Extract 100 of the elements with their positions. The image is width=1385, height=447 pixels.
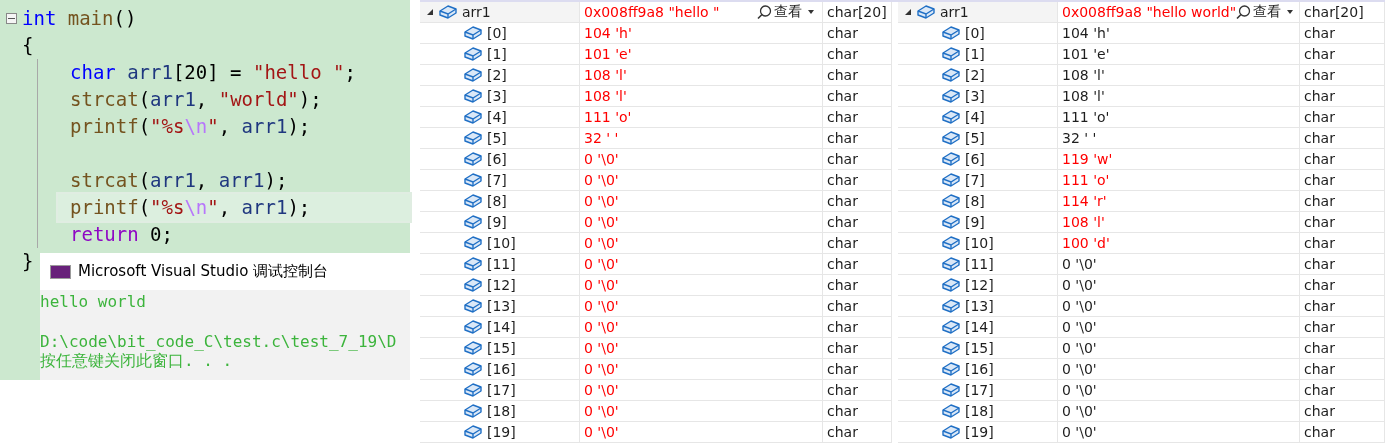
variable-name: [5] (965, 130, 985, 146)
variable-value: 0 '\0' (584, 424, 619, 440)
punctuation: () (113, 6, 137, 31)
punctuation: ( (138, 114, 151, 139)
variable-value: 108 'l' (584, 67, 627, 83)
string-literal: " (207, 195, 219, 220)
variable-cube-icon (464, 193, 482, 209)
variable-name: [14] (487, 319, 516, 335)
variable-cube-icon (464, 277, 482, 293)
variable-name: [6] (487, 151, 507, 167)
variable-value: 0 '\0' (1062, 424, 1097, 440)
string-literal: " (207, 114, 219, 139)
variable-value: 0 '\0' (584, 214, 619, 230)
variable-cube-icon (464, 214, 482, 230)
expand-arrow-icon[interactable] (904, 8, 912, 16)
punctuation: , (195, 168, 208, 193)
variable-type: char (827, 25, 858, 41)
variable-type: char (1304, 277, 1335, 293)
variable-cube-icon (942, 340, 960, 356)
variable-name: [12] (487, 277, 516, 293)
variable-name: [13] (965, 298, 994, 314)
variable-type: char (1304, 214, 1335, 230)
variable-name: [19] (487, 424, 516, 440)
view-button[interactable]: 查看 (1236, 3, 1302, 21)
variable-type: char (827, 361, 858, 377)
variable-name: [10] (965, 235, 994, 251)
punctuation: ( (138, 195, 151, 220)
variable-name: arr1 (218, 168, 265, 193)
variable-name: [17] (487, 382, 516, 398)
variable-value: 0 '\0' (584, 193, 619, 209)
punctuation: } (22, 249, 34, 274)
variable-cube-icon (942, 109, 960, 125)
variable-name: [9] (487, 214, 507, 230)
variable-cube-icon (942, 46, 960, 62)
punctuation: ); (264, 168, 288, 193)
collapse-toggle-icon[interactable] (5, 13, 17, 24)
variable-cube-icon (464, 109, 482, 125)
variable-name: arr1 (127, 60, 173, 85)
string-literal: "world" (218, 87, 299, 112)
number-literal: 0; (150, 222, 173, 247)
variable-name: [6] (965, 151, 985, 167)
variable-type: char (1304, 256, 1335, 272)
variable-cube-icon (942, 403, 960, 419)
variable-value: 0 '\0' (584, 277, 619, 293)
escape-sequence: \n (184, 195, 208, 220)
punctuation: ( (138, 87, 151, 112)
variable-cube-icon (942, 319, 960, 335)
variable-value: 108 'l' (1062, 214, 1105, 230)
view-button[interactable]: 查看 (757, 3, 822, 21)
variable-type: char (827, 109, 858, 125)
punctuation: ); (298, 87, 322, 112)
variable-value: 108 'l' (584, 88, 627, 104)
variable-value: 0 '\0' (584, 403, 619, 419)
console-output-line: D:\code\bit_code_C\test.c\test_7_19\D (40, 332, 398, 351)
variable-type: char (827, 403, 858, 419)
variable-name: [8] (965, 193, 985, 209)
variable-name: arr1 (241, 195, 288, 220)
variable-name: [10] (487, 235, 516, 251)
variable-value: 0 '\0' (1062, 361, 1097, 377)
variable-name: [13] (487, 298, 516, 314)
variable-type: char (827, 424, 858, 440)
variable-value: 0 '\0' (1062, 319, 1097, 335)
function-name: strcat (70, 168, 139, 193)
expand-arrow-icon[interactable] (426, 8, 434, 16)
variable-name: arr1 (150, 87, 196, 112)
variable-cube-icon (464, 235, 482, 251)
variable-value: 0 '\0' (584, 256, 619, 272)
variable-type: char (827, 340, 858, 356)
variable-type: char (1304, 46, 1335, 62)
punctuation: { (22, 33, 34, 58)
variable-name: [11] (965, 256, 994, 272)
variable-name: arr1 (940, 4, 969, 20)
variable-cube-icon (942, 424, 960, 440)
variable-name: [8] (487, 193, 507, 209)
variable-value: 101 'e' (1062, 46, 1110, 62)
variable-cube-icon (464, 88, 482, 104)
variable-cube-icon (942, 67, 960, 83)
console-app-icon (50, 264, 71, 279)
variable-name: [2] (487, 67, 507, 83)
punctuation: , (218, 195, 231, 220)
punctuation: [20] = (172, 60, 242, 85)
variable-type: char (1304, 109, 1335, 125)
string-literal: "%s (150, 114, 185, 139)
window-title: Microsoft Visual Studio 调试控制台 (78, 262, 329, 281)
variable-type: char (1304, 340, 1335, 356)
variable-cube-icon (464, 382, 482, 398)
variable-cube-icon (464, 361, 482, 377)
variable-name: [3] (487, 88, 507, 104)
variable-type: char (1304, 151, 1335, 167)
console-output-line: 按任意键关闭此窗口. . . (40, 351, 234, 370)
keyword-token: char (70, 60, 116, 85)
variable-value: 114 'r' (1062, 193, 1107, 209)
escape-sequence: \n (184, 114, 208, 139)
variable-value: 0x008ff9a8 "hello world" (1062, 4, 1237, 20)
variable-type: char (1304, 424, 1335, 440)
variable-type: char (1304, 130, 1335, 146)
variable-cube-icon (464, 130, 482, 146)
variable-cube-icon (942, 25, 960, 41)
variable-cube-icon (942, 151, 960, 167)
variable-type: char (1304, 25, 1335, 41)
